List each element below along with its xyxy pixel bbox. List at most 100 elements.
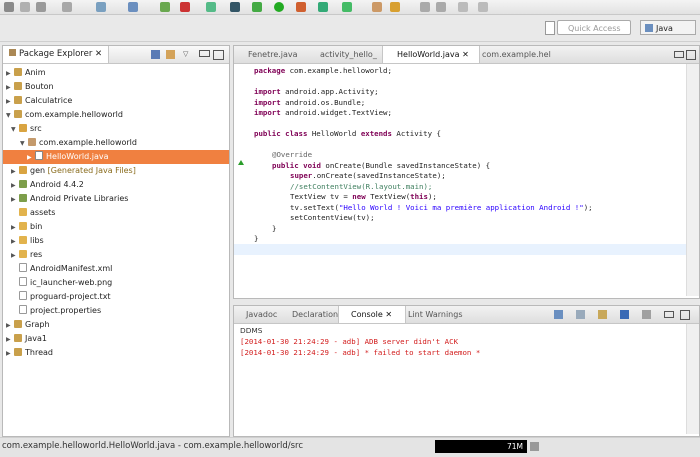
tree-item-label: project.properties <box>30 306 102 315</box>
tree-item-project-properties[interactable]: project.properties <box>3 304 229 318</box>
tree-item-graph[interactable]: ▶ Graph <box>3 318 229 332</box>
expand-icon[interactable]: ▶ <box>11 249 19 263</box>
tree-item-res[interactable]: ▶ res <box>3 248 229 262</box>
new-java-package-icon[interactable] <box>318 2 328 12</box>
wrench-icon[interactable] <box>62 2 72 12</box>
expand-icon[interactable]: ▶ <box>11 221 19 235</box>
editor-panel: Fenetre.java activity_hello_ HelloWorld.… <box>233 45 700 299</box>
heap-status[interactable]: 71M <box>435 440 527 453</box>
print-icon[interactable] <box>36 2 46 12</box>
previous-annotation-icon[interactable] <box>436 2 446 12</box>
tree-item-java1[interactable]: ▶ Java1 <box>3 332 229 346</box>
expand-icon[interactable]: ▶ <box>11 179 19 193</box>
tree-item-src[interactable]: ▼ src <box>3 122 229 136</box>
lint-icon[interactable] <box>180 2 190 12</box>
tree-item-android-private-libraries[interactable]: ▶ Android Private Libraries <box>3 192 229 206</box>
tree-item-android-4-4-2[interactable]: ▶ Android 4.4.2 <box>3 178 229 192</box>
tab-helloworld-java[interactable]: HelloWorld.java ✕ <box>382 46 480 63</box>
expand-icon[interactable]: ▶ <box>6 81 14 95</box>
tree-item-helloworld-project[interactable]: ▼ com.example.helloworld <box>3 108 229 122</box>
search-icon[interactable] <box>390 2 400 12</box>
avd-manager-icon[interactable] <box>128 2 138 12</box>
clear-console-icon[interactable] <box>642 310 651 319</box>
console-scrollbar[interactable] <box>686 324 699 434</box>
tree-item-anim[interactable]: ▶ Anim <box>3 66 229 80</box>
maximize-icon[interactable] <box>213 50 224 60</box>
collapse-icon[interactable]: ▼ <box>11 123 19 137</box>
minimize-icon[interactable] <box>674 51 684 58</box>
editor-scrollbar[interactable] <box>686 64 699 296</box>
view-menu-icon[interactable]: ▽ <box>183 50 188 58</box>
tree-item-label: Java1 <box>25 334 47 343</box>
tab-com-example-hel[interactable]: com.example.hel <box>468 46 568 63</box>
tree-item-label: Anim <box>25 68 46 77</box>
debug-icon[interactable] <box>230 2 240 12</box>
close-icon[interactable]: ✕ <box>385 310 392 319</box>
pin-console-icon[interactable] <box>598 310 607 319</box>
open-console-icon[interactable] <box>620 310 629 319</box>
project-icon <box>14 96 22 104</box>
maximize-icon[interactable] <box>680 310 690 320</box>
link-with-editor-icon[interactable] <box>166 50 175 59</box>
garbage-collect-icon[interactable] <box>530 442 539 451</box>
new-icon[interactable] <box>4 2 14 12</box>
external-tools-icon[interactable] <box>296 2 306 12</box>
expand-icon[interactable]: ▶ <box>11 235 19 249</box>
new-android-project-icon[interactable] <box>206 2 216 12</box>
debug-run-icon[interactable] <box>252 2 262 12</box>
tree-item-package[interactable]: ▼ com.example.helloworld <box>3 136 229 150</box>
tree-item-libs[interactable]: ▶ libs <box>3 234 229 248</box>
tree-item-label: AndroidManifest.xml <box>30 264 113 273</box>
expand-icon[interactable]: ▶ <box>11 193 19 207</box>
tree-item-bouton[interactable]: ▶ Bouton <box>3 80 229 94</box>
tree-item-gen[interactable]: ▶ gen [Generated Java Files] <box>3 164 229 178</box>
minimize-icon[interactable] <box>664 311 674 318</box>
tree-item-androidmanifest[interactable]: AndroidManifest.xml <box>3 262 229 276</box>
expand-icon[interactable]: ▶ <box>27 151 35 165</box>
android-icon[interactable] <box>160 2 170 12</box>
expand-icon[interactable]: ▶ <box>6 319 14 333</box>
source-folder-icon <box>19 124 27 132</box>
tab-activity-hello[interactable]: activity_hello_ <box>306 46 392 63</box>
code-editor[interactable]: package com.example.helloworld; import a… <box>234 64 686 296</box>
collapse-all-icon[interactable] <box>151 50 160 59</box>
tree-item-thread[interactable]: ▶ Thread <box>3 346 229 360</box>
tab-lint-warnings[interactable]: Lint Warnings <box>396 306 478 323</box>
editor-tabs: Fenetre.java activity_hello_ HelloWorld.… <box>234 46 699 64</box>
expand-icon[interactable]: ▶ <box>6 333 14 347</box>
expand-icon[interactable]: ▶ <box>11 165 19 179</box>
collapse-icon[interactable]: ▼ <box>6 109 14 123</box>
tree-item-helloworld-java[interactable]: ▶ HelloWorld.java <box>3 150 229 164</box>
save-icon[interactable] <box>20 2 30 12</box>
tree-item-ic-launcher[interactable]: ic_launcher-web.png <box>3 276 229 290</box>
expand-icon[interactable]: ▶ <box>6 347 14 361</box>
minimize-icon[interactable] <box>199 50 210 57</box>
tab-package-explorer[interactable]: Package Explorer ✕ <box>3 46 110 63</box>
open-type-icon[interactable] <box>372 2 382 12</box>
tree-item-assets[interactable]: assets <box>3 206 229 220</box>
folder-icon <box>19 250 27 258</box>
tree-item-bin[interactable]: ▶ bin <box>3 220 229 234</box>
close-icon[interactable]: ✕ <box>95 49 102 59</box>
new-java-class-icon[interactable] <box>342 2 352 12</box>
run-icon[interactable] <box>274 2 284 12</box>
tree-item-label: gen <box>30 166 46 175</box>
console-line: [2014-01-30 21:24:29 - adb] * failed to … <box>240 348 481 357</box>
next-annotation-icon[interactable] <box>420 2 430 12</box>
android-sdk-icon[interactable] <box>96 2 106 12</box>
maximize-icon[interactable] <box>686 50 696 60</box>
tree-item-calculatrice[interactable]: ▶ Calculatrice <box>3 94 229 108</box>
quick-access-input[interactable]: Quick Access <box>557 20 631 35</box>
display-selected-console-icon[interactable] <box>554 310 563 319</box>
forward-icon[interactable] <box>478 2 488 12</box>
open-perspective-icon[interactable] <box>545 21 555 35</box>
java-perspective-button[interactable]: Java <box>640 20 696 35</box>
collapse-icon[interactable]: ▼ <box>20 137 28 151</box>
back-icon[interactable] <box>458 2 468 12</box>
tree-item-label: com.example.helloworld <box>39 138 137 147</box>
tree-item-proguard[interactable]: proguard-project.txt <box>3 290 229 304</box>
expand-icon[interactable]: ▶ <box>6 95 14 109</box>
expand-icon[interactable]: ▶ <box>6 67 14 81</box>
scroll-lock-icon[interactable] <box>576 310 585 319</box>
tree-item-label: Android Private Libraries <box>30 194 129 203</box>
